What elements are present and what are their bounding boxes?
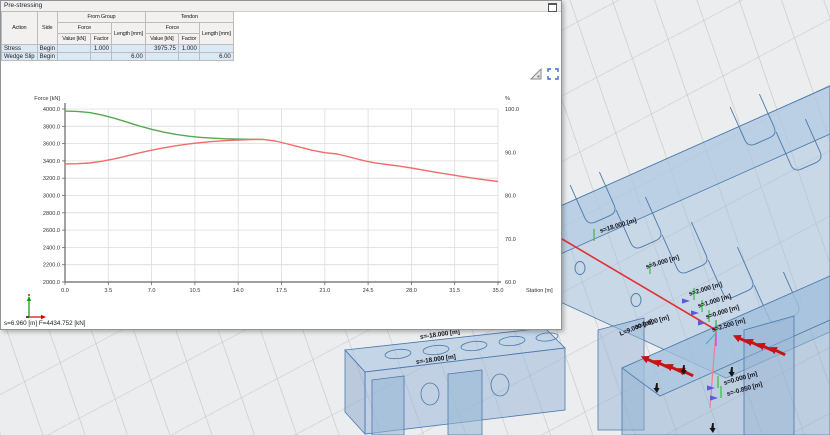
pier-left-1: [372, 376, 404, 435]
y-axis-title-right: %: [505, 96, 510, 102]
y-tick-label-right: 60.0: [505, 280, 516, 286]
y-tick-label-left: 3800.0: [43, 124, 60, 130]
cell-fg-length[interactable]: 6.00: [111, 53, 145, 61]
table-row: Stress Begin 1.000 3975.75 1.000: [2, 45, 234, 53]
x-tick-label: 31.5: [449, 288, 460, 294]
cell-t-factor[interactable]: 1.000: [178, 45, 199, 53]
y-tick-label-left: 2600.0: [43, 228, 60, 234]
x-tick-label: 0.0: [61, 288, 69, 294]
cell-t-factor[interactable]: [178, 53, 199, 61]
y-tick-label-left: 2800.0: [43, 211, 60, 217]
cell-fg-factor[interactable]: [90, 53, 111, 61]
series-force-after-stressing: [65, 111, 263, 139]
col-factor: Factor: [90, 34, 111, 45]
y-axis-title-left: Force [kN]: [34, 96, 60, 102]
y-tick-label-left: 2000.0: [43, 280, 60, 286]
cell-t-value[interactable]: [145, 53, 178, 61]
y-tick-label-right: 70.0: [505, 237, 516, 243]
x-tick-label: 21.0: [319, 288, 330, 294]
y-tick-label-left: 3000.0: [43, 194, 60, 200]
x-axis-title: Station [m]: [526, 288, 553, 294]
col-value: Value [kN]: [145, 34, 178, 45]
x-tick-label: 28.0: [406, 288, 417, 294]
x-tick-label: 17.5: [276, 288, 287, 294]
y-tick-label-left: 3400.0: [43, 159, 60, 165]
cell-action[interactable]: Stress: [2, 45, 38, 53]
pre-stressing-dialog: Pre-stressing Action Side From Group Ten…: [0, 0, 562, 330]
x-tick-label: 35.0: [493, 288, 504, 294]
y-tick-label-left: 4000.0: [43, 107, 60, 113]
measure-icon[interactable]: [530, 67, 542, 79]
group-tendon: Tendon: [145, 12, 233, 23]
col-factor: Factor: [178, 34, 199, 45]
series-final-tendon-force: [65, 139, 498, 181]
x-tick-label: 14.0: [233, 288, 244, 294]
axis-origin-icon: [21, 293, 49, 321]
group-from-group: From Group: [57, 12, 145, 23]
y-tick-label-right: 90.0: [505, 150, 516, 156]
cell-fg-value[interactable]: [57, 45, 90, 53]
dialog-title: Pre-stressing: [4, 2, 42, 9]
col-length: Length [mm]: [199, 23, 233, 45]
pier-left-2: [448, 370, 482, 435]
x-tick-label: 24.5: [363, 288, 374, 294]
cell-side[interactable]: Begin: [37, 53, 57, 61]
col-force: Force: [145, 23, 199, 34]
y-tick-label-left: 3600.0: [43, 142, 60, 148]
col-value: Value [kN]: [57, 34, 90, 45]
cell-t-value[interactable]: 3975.75: [145, 45, 178, 53]
cell-t-length[interactable]: [199, 45, 233, 53]
cursor-readout: s=6.960 [m] F=4434.752 [kN]: [4, 320, 86, 327]
y-tick-label-right: 100.0: [505, 107, 519, 113]
maximize-icon[interactable]: [548, 3, 557, 12]
cell-fg-value[interactable]: [57, 53, 90, 61]
col-action: Action: [2, 12, 38, 45]
x-tick-label: 3.5: [104, 288, 112, 294]
cell-fg-factor[interactable]: 1.000: [90, 45, 111, 53]
col-force: Force: [57, 23, 111, 34]
col-length: Length [mm]: [111, 23, 145, 45]
table-row: Wedge Slip Begin 6.00 6.00: [2, 53, 234, 61]
x-tick-label: 10.5: [189, 288, 200, 294]
cell-action[interactable]: Wedge Slip: [2, 53, 38, 61]
zoom-window-icon[interactable]: [547, 67, 559, 79]
y-tick-label-left: 3200.0: [43, 176, 60, 182]
y-tick-label-left: 2200.0: [43, 263, 60, 269]
x-tick-label: 7.0: [148, 288, 156, 294]
pre-stressing-table: Action Side From Group Tendon Force Leng…: [1, 11, 234, 61]
cell-side[interactable]: Begin: [37, 45, 57, 53]
cell-fg-length[interactable]: [111, 45, 145, 53]
cell-t-length[interactable]: 6.00: [199, 53, 233, 61]
y-tick-label-right: 80.0: [505, 194, 516, 200]
col-side: Side: [37, 12, 57, 45]
y-tick-label-left: 2400.0: [43, 245, 60, 251]
